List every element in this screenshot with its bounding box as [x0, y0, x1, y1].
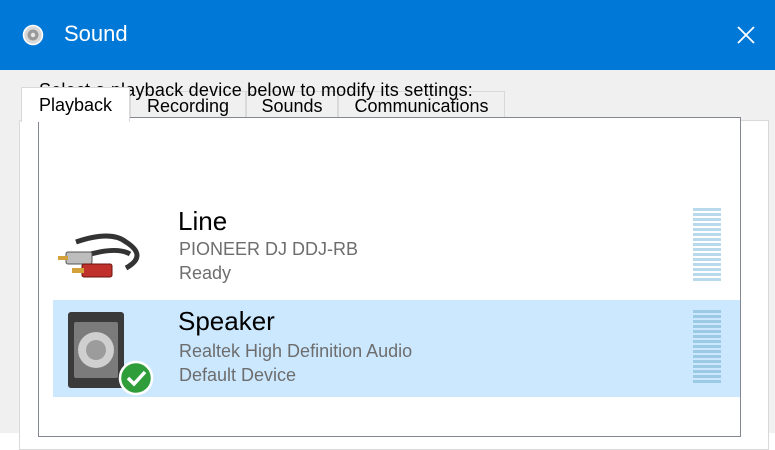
default-check-icon [118, 360, 154, 396]
device-status: Default Device [179, 365, 297, 385]
device-description: Realtek High Definition Audio [179, 341, 413, 361]
device-description: PIONEER DJ DDJ-RB [179, 239, 359, 259]
close-icon [737, 26, 755, 44]
tab-label: Playback [38, 94, 113, 115]
close-button[interactable] [717, 0, 775, 70]
sound-app-icon [22, 24, 44, 46]
window-title: Sound [64, 21, 128, 46]
rca-cable-icon [58, 233, 140, 278]
title-bar[interactable]: Sound [0, 0, 775, 70]
device-name: Speaker [178, 306, 275, 336]
tab-playback[interactable]: Playback [21, 87, 130, 122]
sound-dialog: Sound Playback Recording Sounds Communic… [0, 0, 775, 450]
device-item-line[interactable]: Line PIONEER DJ DDJ-RB Ready [53, 200, 740, 297]
device-item-speaker[interactable]: Speaker Realtek High Definition Audio De… [53, 300, 740, 397]
device-name: Line [178, 206, 228, 236]
device-status: Ready [179, 263, 232, 283]
volume-level-meter [693, 310, 721, 385]
volume-level-meter [693, 208, 721, 283]
